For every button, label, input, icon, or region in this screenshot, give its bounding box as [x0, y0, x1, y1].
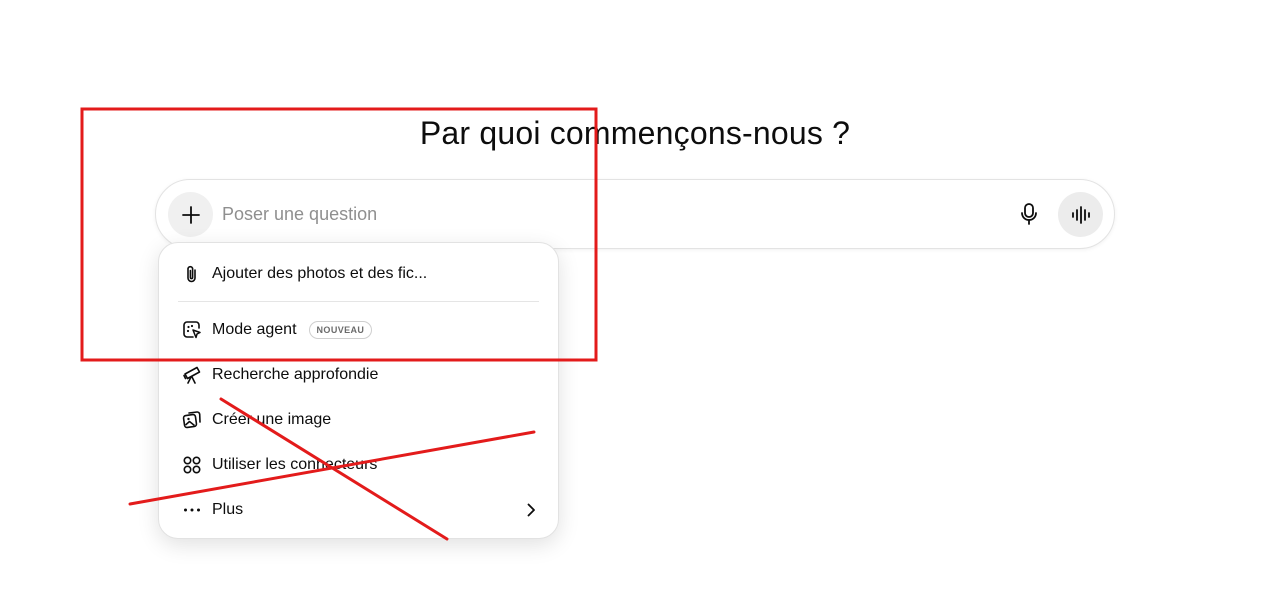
menu-item-deep-research[interactable]: Recherche approfondie: [169, 355, 549, 395]
microphone-icon: [1021, 203, 1037, 225]
telescope-icon: [180, 363, 204, 387]
menu-item-label: Plus: [212, 501, 244, 518]
menu-item-label: Utiliser les connecteurs: [212, 456, 378, 473]
menu-item-connectors[interactable]: Utiliser les connecteurs: [169, 445, 549, 485]
question-input[interactable]: [222, 200, 982, 228]
menu-item-label: Mode agent: [212, 321, 297, 338]
menu-item-agent-mode[interactable]: Mode agent NOUVEAU: [169, 310, 549, 350]
add-button[interactable]: [168, 192, 213, 237]
voice-mode-button[interactable]: [1058, 192, 1103, 237]
voice-waveform-icon: [1071, 205, 1090, 224]
more-dots-icon: [180, 498, 204, 522]
menu-item-add-files[interactable]: Ajouter des photos et des fic...: [169, 254, 549, 294]
connectors-icon: [180, 453, 204, 477]
attach-menu: Ajouter des photos et des fic... Mode ag…: [158, 242, 559, 539]
plus-icon: [181, 205, 200, 224]
menu-item-label: Créer une image: [212, 411, 332, 428]
agent-cursor-icon: [180, 318, 204, 342]
page: Par quoi commençons-nous ? Poser une que…: [0, 0, 1283, 596]
prompt-composer: [155, 179, 1115, 249]
menu-item-label: Ajouter des photos et des fic...: [212, 265, 428, 282]
new-badge: NOUVEAU: [308, 321, 373, 339]
page-title: Par quoi commençons-nous ?: [419, 115, 851, 152]
menu-item-more[interactable]: Plus: [169, 490, 549, 530]
paperclip-icon: [180, 262, 204, 286]
chevron-right-icon: [527, 503, 535, 517]
dictate-button[interactable]: [1012, 196, 1046, 232]
menu-divider: [178, 301, 539, 302]
menu-item-create-image[interactable]: Créer une image: [169, 400, 549, 440]
image-icon: [180, 408, 204, 432]
menu-item-label: Recherche approfondie: [212, 366, 379, 383]
